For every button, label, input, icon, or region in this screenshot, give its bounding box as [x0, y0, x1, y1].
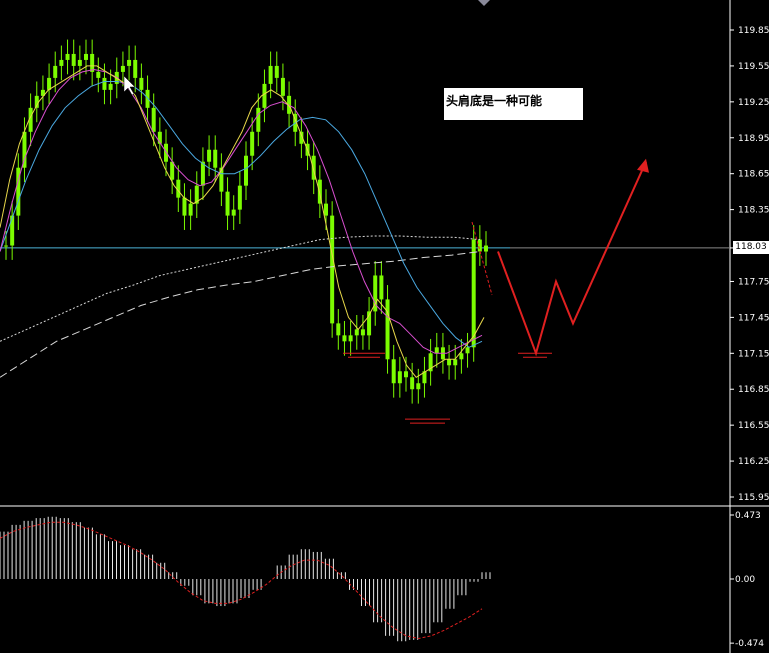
candle-body	[410, 377, 415, 390]
candle-body	[256, 107, 261, 132]
candle-body	[416, 383, 421, 390]
candle-body	[360, 329, 365, 336]
candle-body	[139, 77, 144, 90]
candle-body	[471, 239, 476, 348]
candle-body	[434, 347, 439, 354]
price-chart: 119.85 119.55 119.25 118.95 118.65 118.35 117.…	[0, 0, 769, 653]
y-tick-label: 117.45	[738, 313, 769, 323]
y-tick-label: 119.85	[738, 26, 769, 36]
candle-body	[213, 149, 218, 168]
candle-body	[484, 245, 488, 252]
y-tick-label: 117.75	[738, 277, 769, 287]
candle-body	[397, 371, 402, 384]
y-tick-label: 116.25	[738, 457, 769, 467]
y-tick-label: 118.35	[738, 206, 769, 216]
macd-tick-label: -0.474	[735, 639, 764, 649]
candle-body	[10, 215, 15, 246]
y-tick-label: 117.15	[738, 349, 769, 359]
candle-body	[237, 185, 242, 210]
candle-body	[348, 335, 353, 342]
candle-body	[447, 359, 452, 366]
macd-tick-label: 0.473	[735, 511, 761, 521]
candle-body	[96, 71, 101, 78]
candle-body	[262, 83, 267, 108]
y-tick-label: 119.55	[738, 62, 769, 72]
macd-tick-label: 0.00	[735, 575, 755, 585]
candle-body	[274, 65, 279, 78]
ma-yellow-line	[0, 65, 485, 378]
y-tick-label: 118.65	[738, 170, 769, 180]
candle-body	[268, 65, 273, 84]
candle-body	[453, 359, 458, 366]
candle-body	[207, 149, 212, 162]
candle-body	[250, 131, 255, 156]
candle-body	[133, 59, 138, 78]
candle-body	[231, 209, 236, 216]
candle-body	[4, 245, 8, 247]
ma-white-dotted-line	[0, 235, 481, 342]
candle-body	[53, 65, 58, 78]
ma-magenta-line	[0, 68, 483, 354]
candle-body	[108, 83, 113, 90]
candle-body	[379, 275, 384, 300]
candle-body	[151, 107, 156, 132]
ma-blue-line	[0, 81, 483, 348]
candle-body	[477, 239, 482, 252]
candle-body	[84, 53, 88, 60]
candle-body	[170, 161, 175, 180]
candle-body	[188, 203, 193, 216]
candle-body	[385, 299, 390, 360]
candle-body	[391, 359, 396, 384]
candle-body	[71, 53, 76, 66]
candle-body	[102, 77, 107, 90]
y-tick-label: 115.95	[738, 493, 769, 503]
chart-window: 119.85 119.55 119.25 118.95 118.65 118.35 117.…	[0, 0, 769, 653]
y-tick-label: 116.55	[738, 421, 769, 431]
candle-body	[59, 59, 64, 66]
candle-body	[404, 371, 408, 378]
y-tick-label: 116.85	[738, 385, 769, 395]
candle-body	[330, 215, 335, 324]
projection-arrow-head	[637, 158, 649, 173]
candle-body	[324, 203, 328, 216]
y-tick-label: 118.95	[738, 134, 769, 144]
projection-path	[497, 161, 647, 357]
candle-body	[280, 77, 285, 96]
candle-body	[225, 191, 230, 216]
candle-body	[127, 59, 132, 66]
candle-body	[244, 155, 248, 186]
candle-body	[336, 323, 341, 336]
candle-body	[459, 353, 464, 360]
current-price-label: 118.03	[733, 241, 769, 254]
candle-body	[65, 53, 70, 60]
candle-body	[354, 329, 359, 336]
candle-body	[465, 347, 470, 354]
chevron-down-icon	[478, 0, 490, 6]
candle-body	[182, 197, 187, 216]
y-tick-label: 119.25	[738, 98, 769, 108]
candle-body	[342, 335, 347, 342]
candle-body	[120, 65, 125, 72]
annotation-note: 头肩底是一种可能	[444, 88, 583, 120]
candle-body	[77, 59, 82, 66]
